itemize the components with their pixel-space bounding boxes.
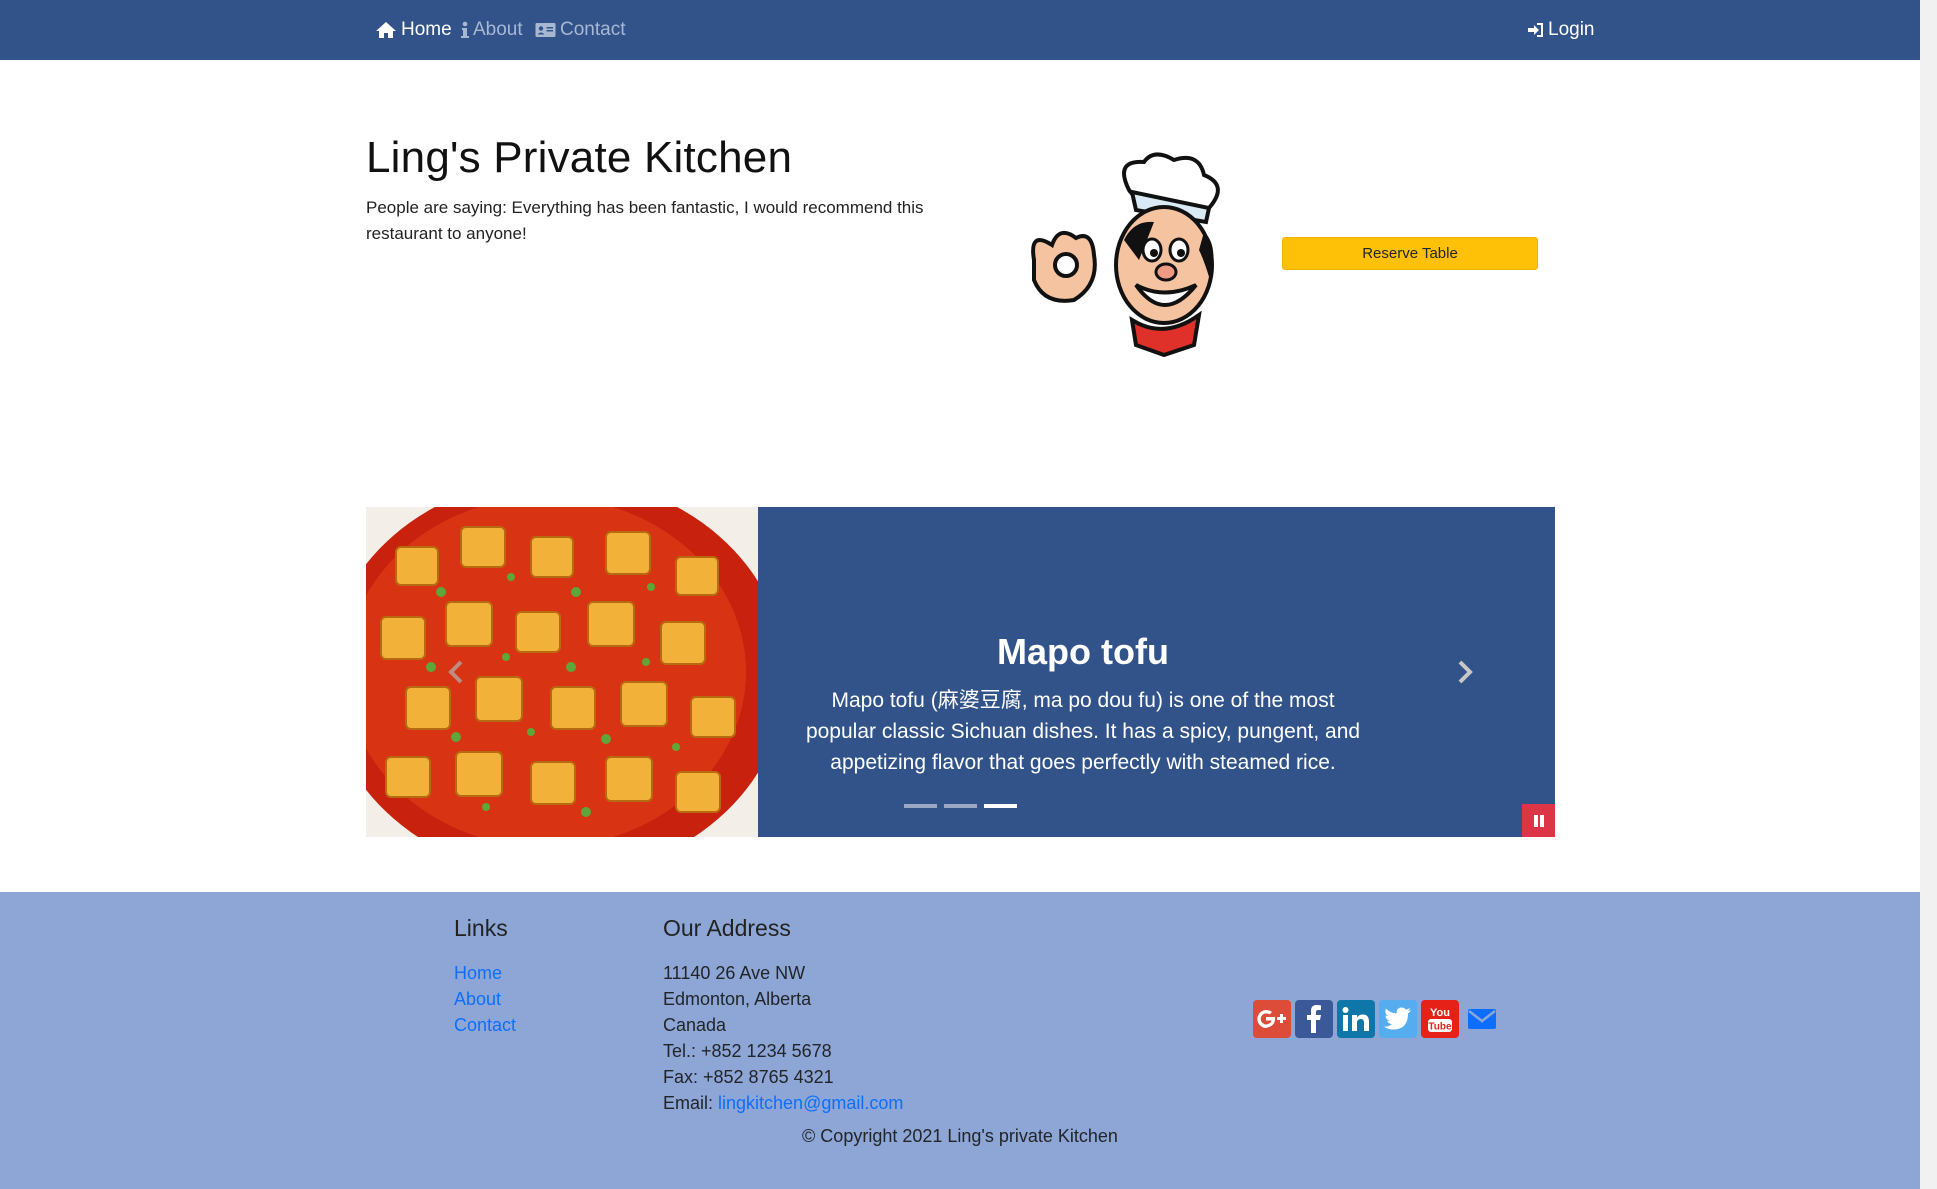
page-title: Ling's Private Kitchen xyxy=(366,133,793,182)
nav-login-link[interactable]: Login xyxy=(1528,0,1595,60)
footer-link-contact[interactable]: Contact xyxy=(454,1012,516,1038)
nav-contact-link[interactable]: Contact xyxy=(535,0,625,60)
reserve-table-button[interactable]: Reserve Table xyxy=(1282,237,1538,270)
social-links: You Tube xyxy=(1253,1000,1501,1038)
address-block: 11140 26 Ave NW Edmonton, Alberta Canada… xyxy=(663,960,903,1116)
footer-link-about[interactable]: About xyxy=(454,986,516,1012)
address-fax: Fax: +852 8765 4321 xyxy=(663,1067,834,1087)
email-link[interactable]: lingkitchen@gmail.com xyxy=(718,1093,903,1113)
footer-links: Home About Contact xyxy=(454,960,516,1038)
facebook-icon[interactable] xyxy=(1295,1000,1333,1038)
dish-carousel: Mapo tofu Mapo tofu (麻婆豆腐, ma po dou fu)… xyxy=(366,507,1555,837)
carousel-indicator[interactable] xyxy=(944,804,977,808)
links-heading: Links xyxy=(454,915,508,941)
scrollbar[interactable] xyxy=(1920,0,1937,1189)
pause-icon xyxy=(1533,814,1544,827)
svg-text:Tube: Tube xyxy=(1428,1022,1452,1033)
address-card-icon xyxy=(535,23,556,37)
chef-mascot-image xyxy=(1031,152,1220,358)
slide-caption: Mapo tofu Mapo tofu (麻婆豆腐, ma po dou fu)… xyxy=(758,507,1408,837)
carousel-prev-icon[interactable] xyxy=(442,657,472,687)
google-plus-icon[interactable] xyxy=(1253,1000,1291,1038)
navbar: Home About Contact Login xyxy=(0,0,1937,60)
nav-about-label: About xyxy=(473,19,523,40)
address-city: Edmonton, Alberta xyxy=(663,989,812,1009)
envelope-icon[interactable] xyxy=(1463,1000,1501,1038)
nav-home-label: Home xyxy=(401,19,452,40)
carousel-pause-button[interactable] xyxy=(1522,804,1555,837)
slide-description: Mapo tofu (麻婆豆腐, ma po dou fu) is one of… xyxy=(805,689,1361,774)
address-street: 11140 26 Ave NW xyxy=(663,963,806,983)
email-label: Email: xyxy=(663,1093,719,1113)
nav-contact-label: Contact xyxy=(560,19,626,40)
carousel-indicators xyxy=(904,804,1017,808)
carousel-indicator[interactable] xyxy=(904,804,937,808)
footer-link-home[interactable]: Home xyxy=(454,960,516,986)
nav-login-label: Login xyxy=(1548,19,1595,40)
info-icon xyxy=(461,21,469,38)
hero-subtitle: People are saying: Everything has been f… xyxy=(366,198,924,243)
home-icon xyxy=(376,22,396,38)
linkedin-icon[interactable] xyxy=(1337,1000,1375,1038)
carousel-next-icon[interactable] xyxy=(1449,657,1479,687)
address-tel: Tel.: +852 1234 5678 xyxy=(663,1041,832,1061)
address-heading: Our Address xyxy=(663,915,791,941)
sign-in-icon xyxy=(1528,23,1543,37)
nav-about-link[interactable]: About xyxy=(461,0,523,60)
twitter-icon[interactable] xyxy=(1379,1000,1417,1038)
slide-title: Mapo tofu xyxy=(997,631,1169,672)
copyright-text: © Copyright 2021 Ling's private Kitchen xyxy=(802,1126,1118,1146)
youtube-icon[interactable]: You Tube xyxy=(1421,1000,1459,1038)
address-country: Canada xyxy=(663,1015,727,1035)
nav-home-link[interactable]: Home xyxy=(375,0,452,60)
carousel-indicator[interactable] xyxy=(984,804,1017,808)
mapo-tofu-image xyxy=(366,507,758,837)
svg-text:You: You xyxy=(1430,1007,1450,1019)
address-email-line: Email: lingkitchen@gmail.com xyxy=(663,1090,903,1116)
